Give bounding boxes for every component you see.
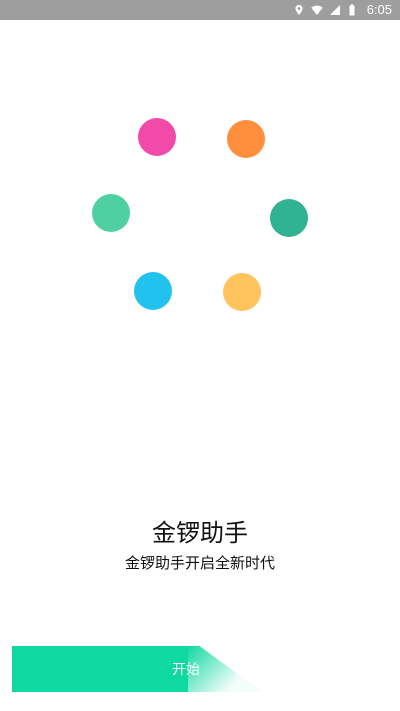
- app-title: 金锣助手: [152, 519, 248, 547]
- signal-icon: [329, 5, 340, 15]
- status-icons: 6:05: [293, 0, 392, 20]
- battery-icon: [349, 4, 355, 16]
- dot-orange: [227, 120, 265, 158]
- dot-blue: [134, 272, 172, 310]
- app-subtitle: 金锣助手开启全新时代: [124, 554, 275, 572]
- dot-pink: [138, 118, 176, 156]
- dot-green: [92, 194, 130, 232]
- dot-teal: [270, 199, 308, 237]
- status-time: 6:05: [366, 2, 392, 17]
- splash-screen: 6:05 金锣助手 金锣助手开启全新时代 开始: [0, 0, 400, 711]
- location-icon: [295, 5, 303, 15]
- start-button-label: 开始: [172, 662, 200, 678]
- start-button[interactable]: 开始: [12, 646, 262, 692]
- dot-yellow: [223, 273, 261, 311]
- wifi-icon: [310, 5, 323, 15]
- status-bar: 6:05: [0, 0, 400, 20]
